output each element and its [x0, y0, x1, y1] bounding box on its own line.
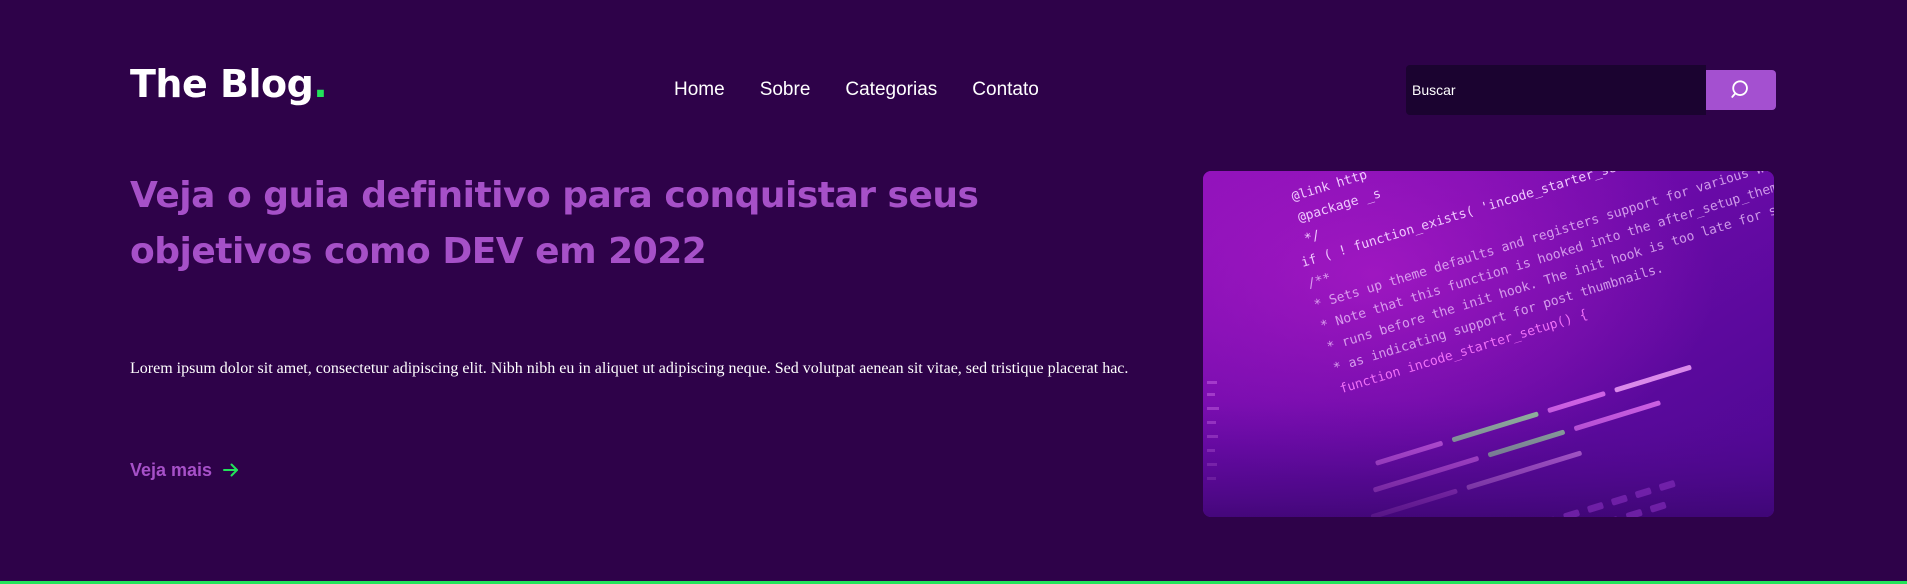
logo-text: The Blog [130, 62, 314, 106]
page: The Blog. Home Sobre Categorias Contato … [0, 0, 1907, 584]
hero-description: Lorem ipsum dolor sit amet, consectetur … [130, 360, 1129, 377]
hero-image: @link http@package _s*/if ( ! function_e… [1203, 171, 1774, 517]
arrow-right-icon [223, 463, 239, 477]
read-more-link[interactable]: Veja mais [130, 458, 240, 482]
main-nav: Home Sobre Categorias Contato [674, 76, 1039, 104]
nav-home[interactable]: Home [674, 76, 725, 104]
logo[interactable]: The Blog. [130, 60, 328, 108]
logo-dot: . [313, 62, 328, 106]
search-bar [1406, 65, 1776, 115]
nav-categorias[interactable]: Categorias [845, 76, 937, 104]
read-more-label: Veja mais [130, 460, 213, 480]
code-screen-illustration: @link http@package _s*/if ( ! function_e… [1203, 171, 1774, 517]
search-input[interactable] [1406, 65, 1706, 115]
search-button[interactable] [1706, 70, 1776, 110]
nav-contato[interactable]: Contato [972, 76, 1039, 104]
hero-title: Veja o guia definitivo para conquistar s… [130, 175, 979, 272]
nav-sobre[interactable]: Sobre [760, 76, 811, 104]
search-icon [1731, 80, 1748, 98]
